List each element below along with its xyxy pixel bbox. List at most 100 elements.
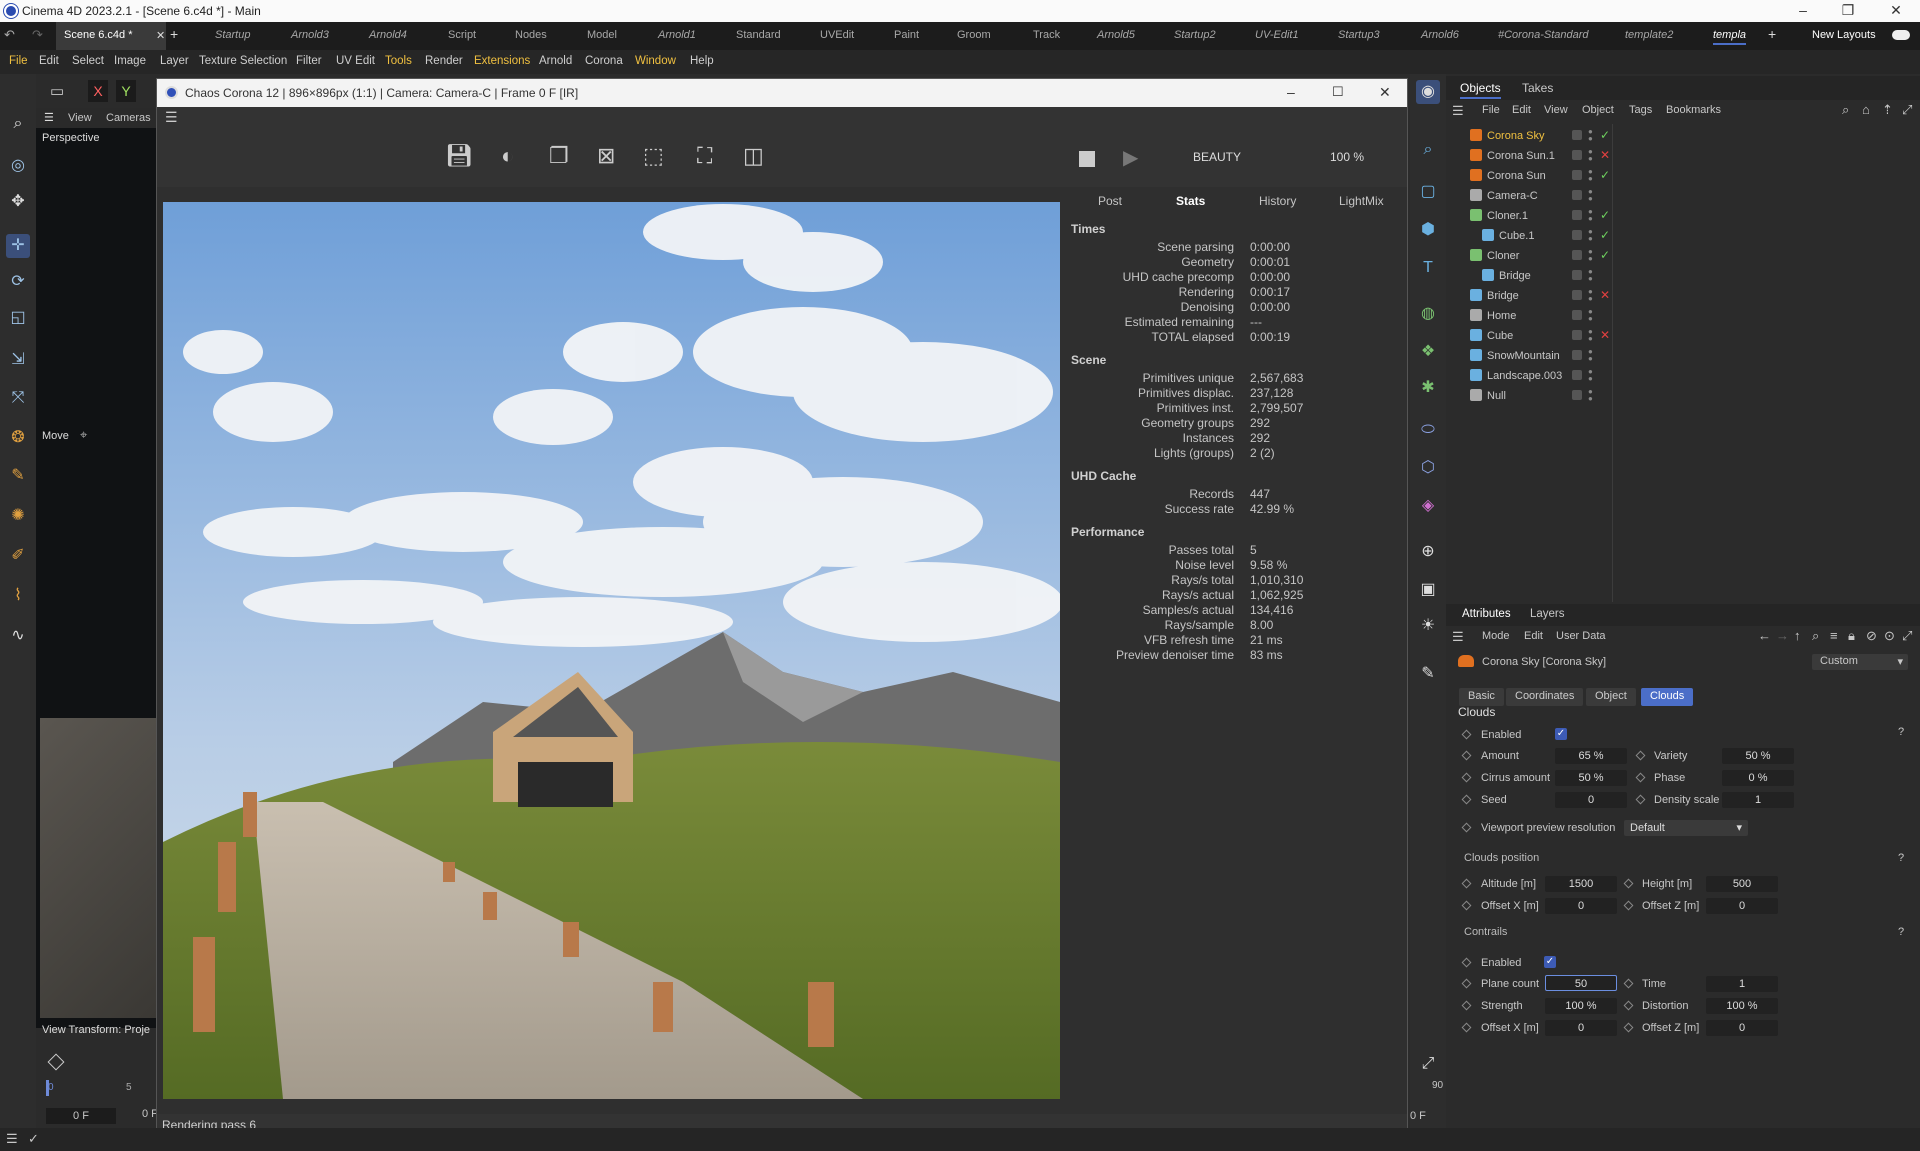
vpr-select[interactable]: Default ▾ (1624, 820, 1748, 836)
plane-count-field[interactable]: 50 (1545, 975, 1617, 991)
camera-icon[interactable]: ⌕ (1416, 138, 1440, 162)
help-icon-3[interactable]: ? (1898, 926, 1904, 938)
add-tab-icon[interactable]: + (170, 26, 178, 42)
offx-field[interactable]: 0 (1545, 898, 1617, 914)
visibility-dots-icon[interactable]: ● ● (1588, 348, 1593, 363)
object-row[interactable]: Bridge (1456, 266, 1606, 286)
visibility-dots-icon[interactable]: ● ● (1588, 208, 1593, 223)
enabled-check-icon[interactable]: ✓ (1600, 128, 1610, 142)
menu-texture-selection[interactable]: Texture Selection (199, 55, 287, 67)
menu-render[interactable]: Render (425, 55, 463, 67)
tab-arnold4[interactable]: Arnold4 (369, 29, 407, 41)
help-icon-2[interactable]: ? (1898, 852, 1904, 864)
scale-icon[interactable]: ◱ (6, 306, 30, 330)
rw-maximize-icon[interactable]: ☐ (1332, 84, 1344, 100)
visibility-dots-icon[interactable]: ● ● (1588, 308, 1593, 323)
deformer-icon[interactable]: ⬭ (1416, 418, 1440, 442)
menu-window[interactable]: Window (635, 55, 676, 67)
visibility-dots-icon[interactable]: ● ● (1588, 128, 1593, 143)
enabled-check-icon[interactable]: ✓ (1600, 228, 1610, 242)
new-layouts-label[interactable]: New Layouts (1812, 29, 1876, 41)
add-layout-icon[interactable]: + (1768, 26, 1776, 42)
obj-menu-tags[interactable]: Tags (1629, 104, 1652, 116)
layouts-toggle[interactable] (1892, 30, 1910, 40)
obj-menu-bookmarks[interactable]: Bookmarks (1666, 104, 1721, 116)
density-field[interactable]: 1 (1722, 792, 1794, 808)
phase-field[interactable]: 0 % (1722, 770, 1794, 786)
region-icon[interactable]: ⬚ (643, 143, 664, 169)
effector-icon[interactable]: ✱ (1416, 376, 1440, 400)
edit-toggle-icon[interactable] (1572, 230, 1582, 240)
edit-toggle-icon[interactable] (1572, 350, 1582, 360)
rotate-icon[interactable]: ⟳ (6, 270, 30, 294)
menu-edit[interactable]: Edit (39, 55, 59, 67)
help-icon-1[interactable]: ? (1898, 726, 1904, 738)
edit-toggle-icon[interactable] (1572, 290, 1582, 300)
object-row[interactable]: Cube (1456, 326, 1606, 346)
lock-icon[interactable]: 🔒︎ (1848, 628, 1855, 644)
visibility-dots-icon[interactable]: ● ● (1588, 248, 1593, 263)
menu-file[interactable]: File (9, 55, 28, 67)
attr-search-icon[interactable]: ⌕ (1812, 628, 1819, 644)
menu-arnold[interactable]: Arnold (539, 55, 572, 67)
tab-arnold3[interactable]: Arnold3 (291, 29, 329, 41)
disabled-x-icon[interactable]: ✕ (1600, 288, 1610, 302)
light-icon[interactable]: ☀ (1416, 614, 1440, 638)
edit-toggle-icon[interactable] (1572, 270, 1582, 280)
tab-arnold1[interactable]: Arnold1 (658, 29, 696, 41)
brush-select-icon[interactable]: ✎ (6, 464, 30, 488)
subtab-coordinates[interactable]: Coordinates (1506, 688, 1584, 706)
tab-template2[interactable]: template2 (1625, 29, 1673, 41)
obj-menu-object[interactable]: Object (1582, 104, 1614, 116)
tab-startup[interactable]: Startup (215, 29, 250, 41)
cirrus-field[interactable]: 50 % (1555, 770, 1627, 786)
field-icon[interactable]: ⬡ (1416, 456, 1440, 480)
enabled-check-icon[interactable]: ✓ (1600, 208, 1610, 222)
tab-uvedit[interactable]: UVEdit (820, 29, 854, 41)
pass-select[interactable]: BEAUTY (1193, 150, 1241, 164)
graph-icon[interactable]: ⤢ (1416, 1052, 1440, 1076)
knife-icon[interactable]: ⌇ (6, 584, 30, 608)
undo-icon[interactable]: ↶ (4, 27, 15, 43)
volume-icon[interactable]: ◈ (1416, 494, 1440, 518)
cube-icon[interactable]: ⬢ (1416, 218, 1440, 242)
enabled-checkbox[interactable]: ✓ (1555, 728, 1567, 740)
render-icon[interactable]: ◐ (501, 143, 514, 169)
maximize-icon[interactable]: ❐ (1840, 2, 1856, 18)
tab-attributes[interactable]: Attributes (1462, 608, 1511, 620)
attr-menu-mode[interactable]: Mode (1482, 630, 1510, 642)
viewport[interactable]: Perspective Move ⌖ View Transform: Proje (36, 128, 158, 1036)
disabled-x-icon[interactable]: ✕ (1600, 148, 1610, 162)
tab-track[interactable]: Track (1033, 29, 1060, 41)
save-icon[interactable]: 💾︎ (445, 143, 473, 169)
status-menu-icon[interactable]: ☰ (6, 1131, 18, 1147)
enabled-check-icon[interactable]: ✓ (1600, 168, 1610, 182)
subtab-object[interactable]: Object (1586, 688, 1636, 706)
disabled-x-icon[interactable]: ✕ (1600, 328, 1610, 342)
object-row[interactable]: Camera-C (1456, 186, 1606, 206)
forward-icon[interactable]: → (1776, 628, 1789, 643)
tab-close-icon[interactable]: ✕ (156, 29, 165, 42)
menu-layer[interactable]: Layer (160, 55, 189, 67)
stop-icon[interactable]: ⊠ (597, 143, 615, 169)
amount-field[interactable]: 65 % (1555, 748, 1627, 764)
object-row[interactable]: SnowMountain (1456, 346, 1606, 366)
obj-up-icon[interactable]: ⇡ (1882, 102, 1893, 118)
edit-toggle-icon[interactable] (1572, 130, 1582, 140)
visibility-dots-icon[interactable]: ● ● (1588, 268, 1593, 283)
edit-toggle-icon[interactable] (1572, 170, 1582, 180)
cloner-icon[interactable]: ❖ (1416, 340, 1440, 364)
height-field[interactable]: 500 (1706, 876, 1778, 892)
point-tool-icon[interactable]: ✥ (6, 190, 30, 214)
keyframe-icon[interactable] (47, 1053, 65, 1071)
tab-script[interactable]: Script (448, 29, 476, 41)
attr-expand-icon[interactable]: ⤢ (1902, 628, 1912, 644)
offz-field[interactable]: 0 (1706, 898, 1778, 914)
object-row[interactable]: Landscape.003 (1456, 366, 1606, 386)
select-icon[interactable]: ◎ (6, 154, 30, 178)
object-row[interactable]: Corona Sun.1 (1456, 146, 1606, 166)
viewport-menu-icon[interactable]: ☰ (44, 111, 54, 124)
tab-scene[interactable]: Scene 6.c4d * (56, 22, 166, 50)
axis-x-icon[interactable]: X (88, 80, 108, 102)
transform-icon[interactable]: ⇲ (6, 348, 30, 372)
